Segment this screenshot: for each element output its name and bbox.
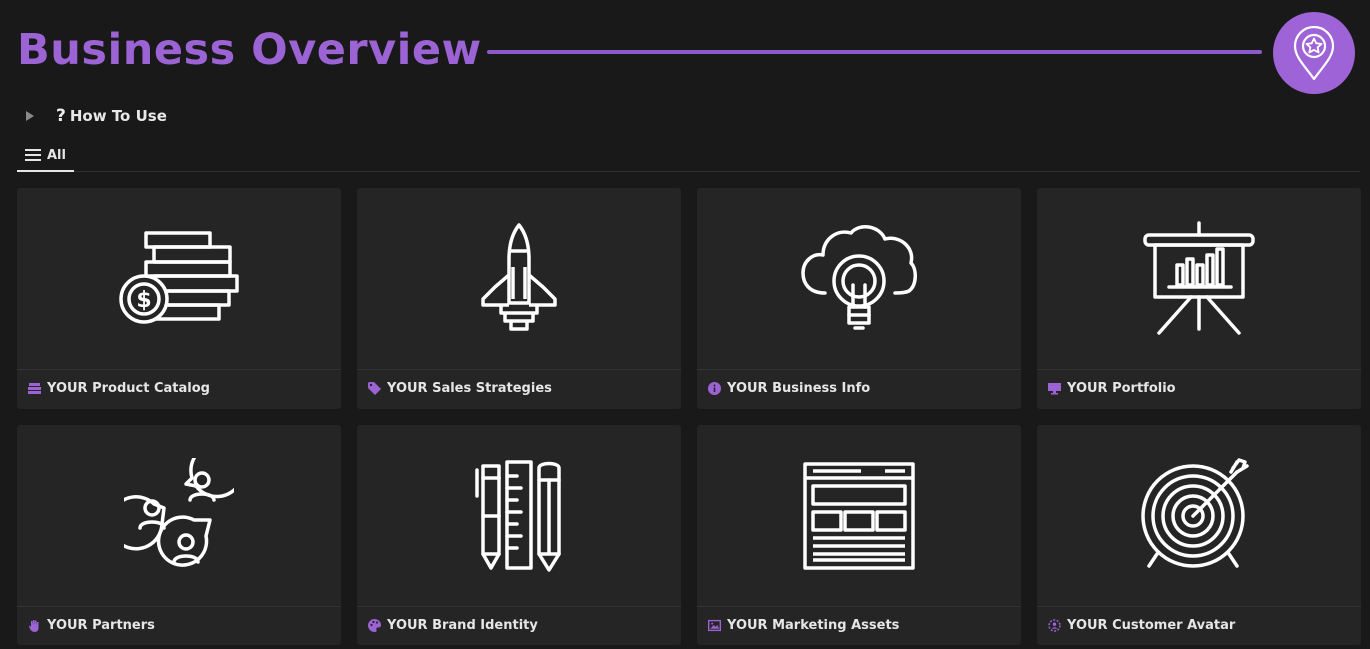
card-cover: $ (17, 188, 341, 369)
presentation-chart-icon (1143, 220, 1255, 335)
location-star-pin-icon (1293, 25, 1335, 81)
card-cover (357, 188, 681, 369)
people-chat-icon (124, 457, 234, 567)
card-cover (17, 425, 341, 606)
title-divider (487, 50, 1262, 54)
card-footer: YOUR Marketing Assets (708, 607, 1013, 644)
card-title: YOUR Product Catalog (47, 381, 210, 396)
page-title: Business Overview (17, 25, 482, 75)
question-mark-icon: ? (56, 106, 66, 126)
rocket-icon (481, 222, 557, 331)
card-customer-avatar[interactable]: YOUR Customer Avatar (1037, 425, 1361, 645)
toggle-label: How To Use (69, 107, 167, 125)
card-footer: YOUR Sales Strategies (368, 370, 673, 407)
stack-icon (28, 382, 41, 395)
list-icon (25, 149, 41, 161)
card-cover (697, 425, 1021, 606)
palette-icon (368, 619, 381, 632)
card-title: YOUR Brand Identity (387, 618, 538, 633)
image-icon (708, 619, 721, 632)
webpage-layout-icon (803, 461, 915, 570)
card-cover (1037, 425, 1361, 606)
card-product-catalog[interactable]: $ YOUR Product Catalog (17, 188, 341, 409)
card-portfolio[interactable]: YOUR Portfolio (1037, 188, 1361, 409)
card-brand-identity[interactable]: YOUR Brand Identity (357, 425, 681, 645)
monitor-icon (1048, 382, 1061, 395)
card-title: YOUR Sales Strategies (387, 381, 552, 396)
card-partners[interactable]: YOUR Partners (17, 425, 341, 645)
coin-stack-icon: $ (119, 230, 239, 324)
card-title: YOUR Portfolio (1067, 381, 1176, 396)
view-tabs: All (17, 140, 1360, 172)
card-footer: YOUR Partners (28, 607, 333, 644)
card-footer: YOUR Business Info (708, 370, 1013, 407)
card-footer: YOUR Product Catalog (28, 370, 333, 407)
tab-all[interactable]: All (17, 140, 74, 172)
card-footer: YOUR Brand Identity (368, 607, 673, 644)
card-marketing-assets[interactable]: YOUR Marketing Assets (697, 425, 1021, 645)
tag-icon (368, 382, 381, 395)
card-footer: YOUR Portfolio (1048, 370, 1353, 407)
card-title: YOUR Customer Avatar (1067, 618, 1236, 633)
cloud-lightbulb-icon (801, 224, 917, 330)
target-arrow-icon (1141, 457, 1249, 568)
target-avatar-icon (1048, 619, 1061, 632)
card-cover (697, 188, 1021, 369)
hand-icon (28, 619, 41, 632)
card-sales-strategies[interactable]: YOUR Sales Strategies (357, 188, 681, 409)
tab-label: All (47, 147, 66, 163)
toggle-triangle-icon[interactable] (26, 111, 34, 121)
pens-ruler-icon (475, 459, 561, 572)
card-cover (1037, 188, 1361, 369)
card-footer: YOUR Customer Avatar (1048, 607, 1353, 644)
card-title: YOUR Business Info (727, 381, 871, 396)
how-to-use-toggle[interactable]: ? How To Use (22, 103, 167, 129)
card-title: YOUR Partners (47, 618, 155, 633)
info-icon (708, 382, 721, 395)
card-cover (357, 425, 681, 606)
card-title: YOUR Marketing Assets (727, 618, 900, 633)
svg-text:$: $ (136, 288, 151, 313)
card-business-info[interactable]: YOUR Business Info (697, 188, 1021, 409)
header-badge (1273, 12, 1355, 94)
